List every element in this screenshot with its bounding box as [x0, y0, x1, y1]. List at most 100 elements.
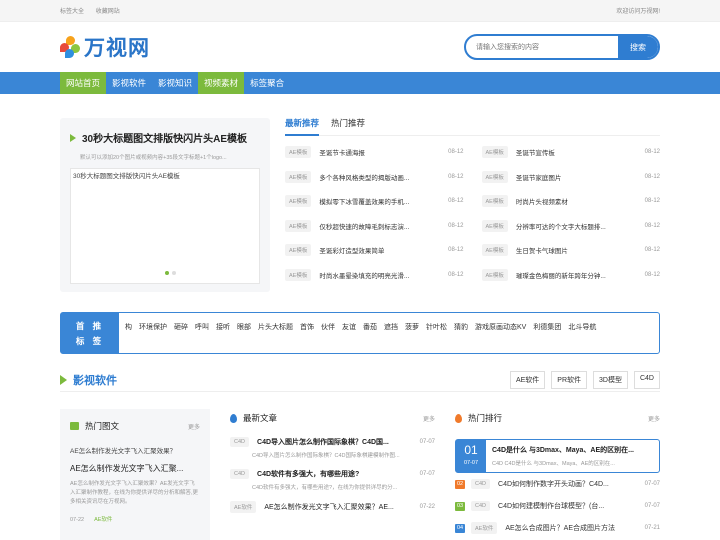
- list-item[interactable]: AE模板 圣诞节家庭图片 08-12: [481, 165, 660, 190]
- tag-link[interactable]: 首饰: [300, 322, 314, 332]
- item-title[interactable]: 时尚水墨晕染填充的明亮光滑...: [319, 270, 442, 280]
- item-title[interactable]: 仅秒超快速的故障毛刺标志演...: [319, 221, 442, 231]
- category-tag[interactable]: C4D: [471, 501, 491, 511]
- item-date: 08-12: [644, 198, 660, 205]
- filter-ae[interactable]: AE软件: [509, 370, 546, 389]
- category-tag[interactable]: AE模板: [481, 268, 508, 281]
- hot-ranking-top[interactable]: 01 07-07 C4D是什么 与3Dmax、Maya、AE的区别在... C4D…: [455, 439, 660, 473]
- item-title[interactable]: 圣诞节宣传板: [516, 147, 639, 157]
- list-item[interactable]: AE模板 圣诞节卡通海报 08-12: [285, 140, 464, 165]
- category-tag[interactable]: AE模板: [285, 195, 312, 208]
- category-tag[interactable]: AE模板: [285, 219, 312, 232]
- featured-title[interactable]: 30秒大标题图文排版快闪片头AE模板: [70, 130, 260, 145]
- category-tag[interactable]: AE模板: [285, 268, 312, 281]
- category-tag[interactable]: AE模板: [481, 219, 508, 232]
- list-item[interactable]: AE模板 仅秒超快速的故障毛刺标志演... 08-12: [285, 214, 464, 239]
- ranking-row[interactable]: 02 C4D C4D如何制作数字开头动画？C4D... 07-07: [455, 473, 660, 495]
- article-title[interactable]: AE怎么制作发光文字飞入汇聚效果？AE...: [264, 502, 413, 512]
- item-title[interactable]: 时尚片头视频素材: [516, 196, 639, 206]
- tab-hot[interactable]: 热门推荐: [331, 114, 365, 135]
- tag-link[interactable]: 构: [125, 322, 132, 332]
- item-title[interactable]: 璀璨金色梅丽的新年跨年分钟...: [516, 270, 639, 280]
- item-title[interactable]: 模拟零下冰雪覆盖效果的手机...: [319, 196, 442, 206]
- item-date: 08-12: [448, 149, 464, 156]
- tab-latest[interactable]: 最新推荐: [285, 114, 320, 136]
- carousel-dot[interactable]: [172, 271, 176, 275]
- item-title[interactable]: 生日贺卡气球图片: [516, 245, 639, 255]
- list-item[interactable]: AE模板 圣诞彩灯造型效果简单 08-12: [285, 238, 464, 263]
- list-item[interactable]: AE模板 分辨率可达的个文字大标题排... 08-12: [481, 214, 660, 239]
- category-tag[interactable]: AE模板: [481, 146, 508, 159]
- filter-pr[interactable]: PR软件: [551, 370, 588, 389]
- list-item[interactable]: AE模板 多个各种风格类型的揭版动画... 08-12: [285, 165, 464, 190]
- carousel-dot[interactable]: [165, 271, 169, 275]
- ranking-title[interactable]: C4D如何建模制作台球模型？(台...: [498, 501, 639, 511]
- site-logo[interactable]: 万视网: [60, 32, 150, 62]
- list-item[interactable]: AE模板 时尚水墨晕染填充的明亮光滑... 08-12: [285, 263, 464, 288]
- tag-link[interactable]: 番茄: [363, 322, 377, 332]
- hot-picture-image[interactable]: AE怎么制作发光文字飞入汇聚效果？: [70, 445, 200, 455]
- item-title[interactable]: 圣诞节卡通海报: [319, 147, 442, 157]
- nav-item-knowledge[interactable]: 影视知识: [152, 72, 198, 94]
- more-link[interactable]: 更多: [648, 414, 660, 423]
- category-tag[interactable]: AE模板: [481, 170, 508, 183]
- article-title[interactable]: C4D软件有多强大，有哪些用途?: [257, 469, 414, 479]
- tag-link[interactable]: 呼叫: [195, 322, 209, 332]
- tag-link[interactable]: 友谊: [342, 322, 356, 332]
- ranking-row[interactable]: 04 AE软件 AE怎么合成图片？AE合成图片方法 07-21: [455, 517, 660, 539]
- tag-link[interactable]: 游戏原画动态KV: [475, 322, 526, 332]
- ranking-title[interactable]: AE怎么合成图片？AE合成图片方法: [505, 523, 638, 533]
- filter-3d[interactable]: 3D模型: [593, 370, 628, 389]
- article-title[interactable]: C4D导入图片怎么制作国际象棋？C4D国...: [257, 437, 414, 447]
- nav-item-home[interactable]: 网站首页: [60, 72, 107, 94]
- item-title[interactable]: 多个各种风格类型的揭版动画...: [319, 172, 442, 182]
- tag-link[interactable]: 砸碎: [174, 322, 188, 332]
- ranking-title[interactable]: C4D如何制作数字开头动画？C4D...: [498, 479, 639, 489]
- ranking-row[interactable]: 03 C4D C4D如何建模制作台球模型？(台... 07-07: [455, 495, 660, 517]
- item-title[interactable]: 分辨率可达的个文字大标题排...: [516, 221, 639, 231]
- category-tag[interactable]: AE软件: [230, 501, 257, 513]
- tag-link[interactable]: 接听: [216, 322, 230, 332]
- more-link[interactable]: 更多: [188, 422, 200, 431]
- top-link-bookmark[interactable]: 收藏网站: [96, 9, 120, 15]
- more-link[interactable]: 更多: [423, 414, 435, 423]
- tag-link[interactable]: 菠萝: [405, 322, 419, 332]
- nav-item-software[interactable]: 影视软件: [106, 72, 152, 94]
- tag-link[interactable]: 利德集团: [533, 322, 561, 332]
- search-input[interactable]: [466, 36, 618, 58]
- search-button[interactable]: 搜索: [618, 36, 658, 58]
- article-row: AE软件 AE怎么制作发光文字飞入汇聚效果？AE... 07-22: [230, 501, 435, 513]
- list-item[interactable]: AE模板 生日贺卡气球图片 08-12: [481, 238, 660, 263]
- hot-picture-headline[interactable]: AE怎么制作发光文字飞入汇聚...: [70, 463, 200, 474]
- category-tag[interactable]: AE模板: [481, 195, 508, 208]
- tag-link[interactable]: 环境保护: [139, 322, 167, 332]
- featured-image[interactable]: 30秒大标题图文排版快闪片头AE模板: [70, 168, 260, 284]
- tag-link[interactable]: 眼部: [237, 322, 251, 332]
- category-tag[interactable]: AE模板: [285, 146, 312, 159]
- top-link-tags[interactable]: 标签大全: [60, 9, 84, 15]
- tag-link[interactable]: 北斗导航: [568, 322, 596, 332]
- tag-link[interactable]: 针叶松: [426, 322, 447, 332]
- category-tag[interactable]: C4D: [230, 437, 250, 447]
- nav-item-video-material[interactable]: 视频素材: [198, 72, 245, 94]
- tag-link[interactable]: 猜豹: [454, 322, 468, 332]
- tag-link[interactable]: 片头大标题: [258, 322, 293, 332]
- hot-top-title[interactable]: C4D是什么 与3Dmax、Maya、AE的区别在...: [492, 445, 655, 455]
- category-tag[interactable]: C4D: [230, 469, 250, 479]
- list-item[interactable]: AE模板 模拟零下冰雪覆盖效果的手机... 08-12: [285, 189, 464, 214]
- category-tag[interactable]: AE软件: [471, 522, 498, 534]
- item-title[interactable]: 圣诞彩灯造型效果简单: [319, 245, 442, 255]
- nav-item-tags[interactable]: 标签聚合: [244, 72, 290, 94]
- list-item[interactable]: AE模板 璀璨金色梅丽的新年跨年分钟... 08-12: [481, 263, 660, 288]
- tag-link[interactable]: 遮挡: [384, 322, 398, 332]
- list-item[interactable]: AE模板 圣诞节宣传板 08-12: [481, 140, 660, 165]
- item-title[interactable]: 圣诞节家庭图片: [516, 172, 639, 182]
- category-tag[interactable]: C4D: [471, 479, 491, 489]
- category-tag[interactable]: AE模板: [481, 244, 508, 257]
- tag-link[interactable]: 伙伴: [321, 322, 335, 332]
- hot-picture-category[interactable]: AE软件: [94, 517, 112, 523]
- filter-c4d[interactable]: C4D: [633, 370, 660, 389]
- category-tag[interactable]: AE模板: [285, 244, 312, 257]
- list-item[interactable]: AE模板 时尚片头视频素材 08-12: [481, 189, 660, 214]
- category-tag[interactable]: AE模板: [285, 170, 312, 183]
